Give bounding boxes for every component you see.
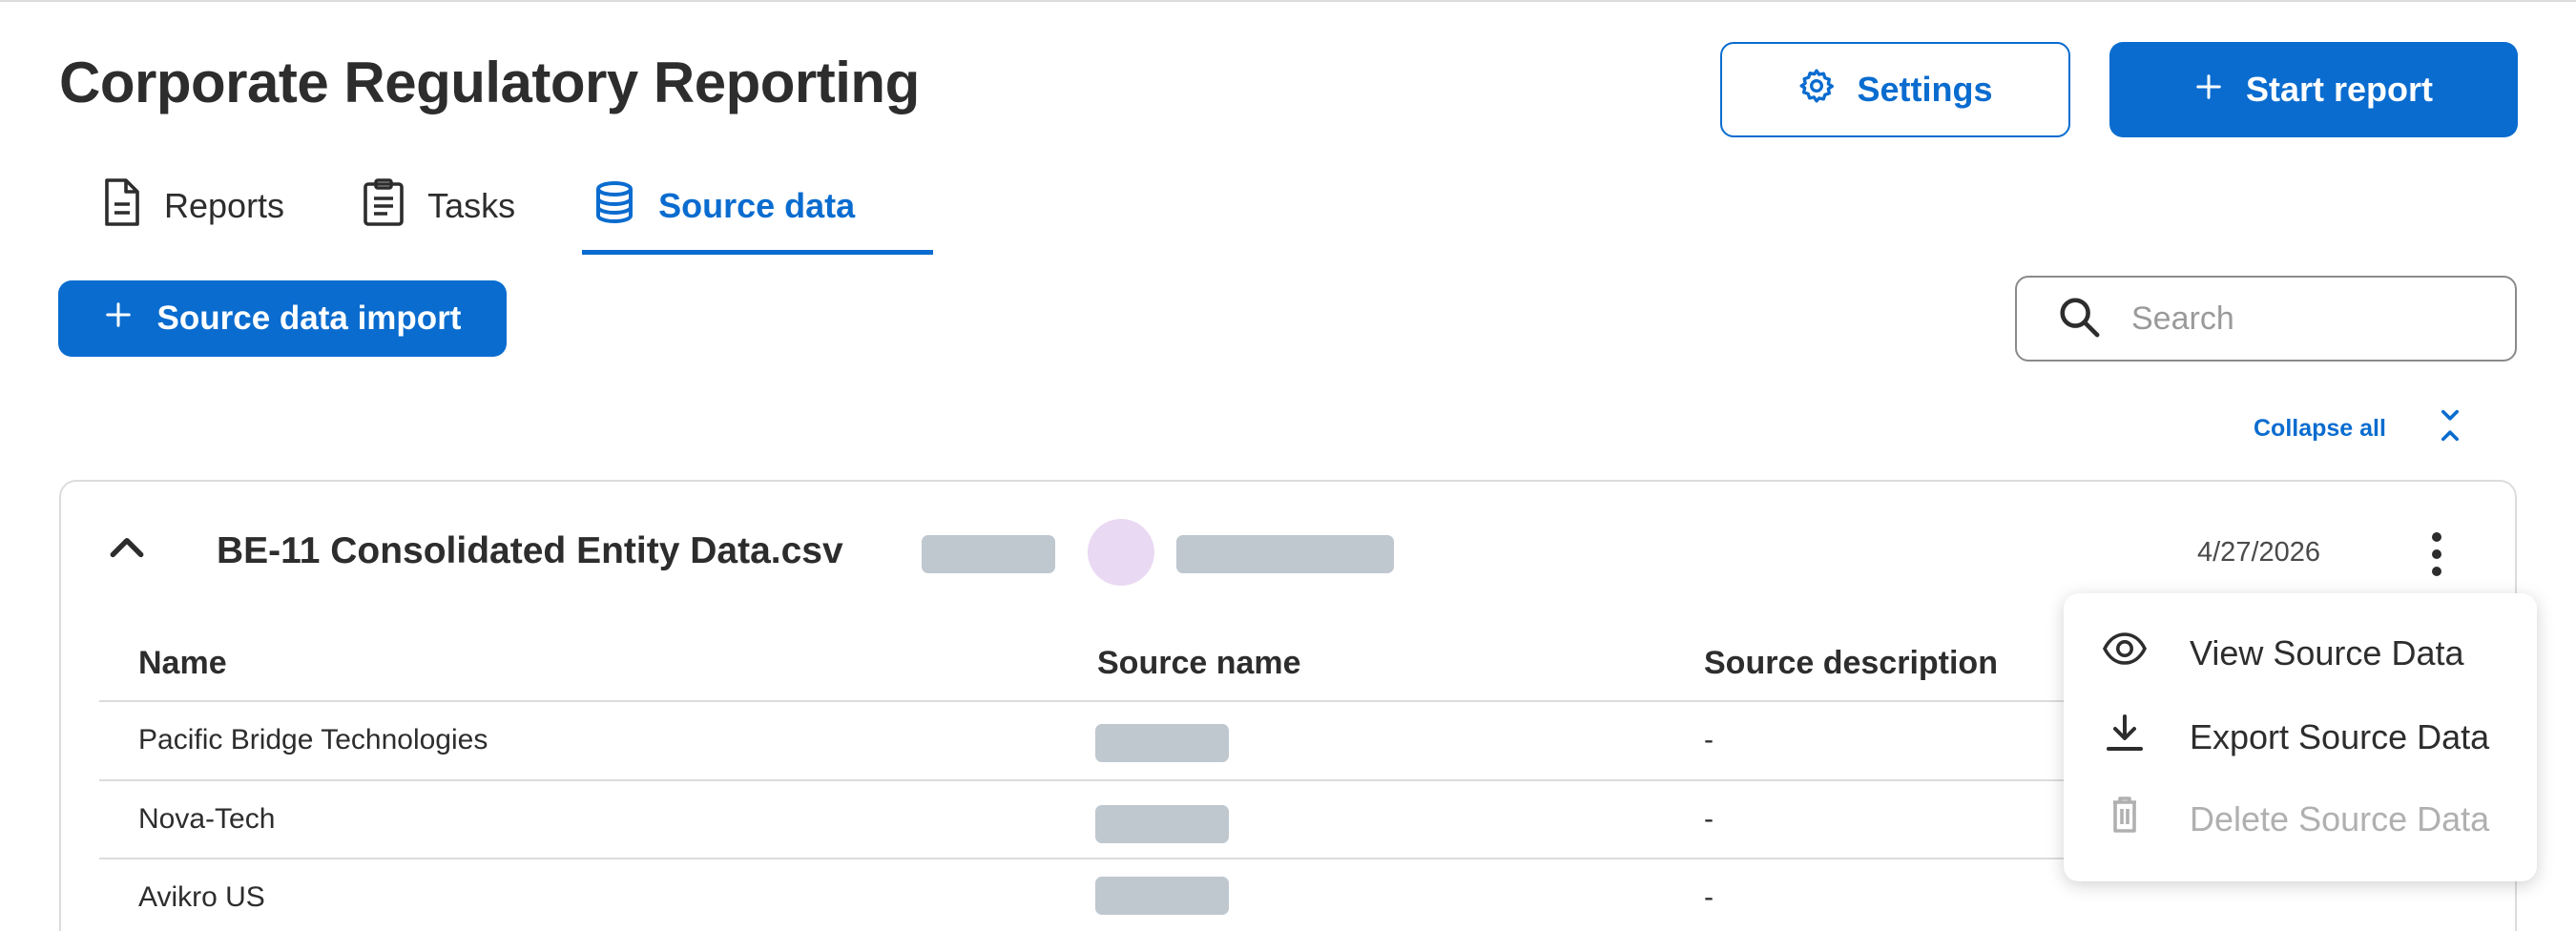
collapse-all-label: Collapse all: [2254, 415, 2386, 442]
active-tab-indicator: [582, 250, 933, 255]
column-header-source-name: Source name: [1097, 645, 1301, 681]
tab-source-data[interactable]: Source data: [553, 158, 893, 254]
file-date: 4/27/2026: [2197, 537, 2321, 568]
plus-icon: [104, 300, 133, 338]
table-row-description: -: [1704, 724, 1714, 755]
more-options-button[interactable]: [2423, 530, 2450, 578]
avatar: [1088, 519, 1154, 586]
menu-item-delete-source-data[interactable]: Delete Source Data: [2102, 796, 2489, 842]
settings-button[interactable]: Settings: [1720, 42, 2070, 137]
menu-item-label: Export Source Data: [2190, 716, 2490, 756]
table-row-name: Avikro US: [138, 881, 265, 913]
tab-tasks-label: Tasks: [427, 186, 516, 225]
file-name: BE-11 Consolidated Entity Data.csv: [217, 530, 843, 571]
kebab-dot: [2432, 532, 2441, 542]
eye-icon: [2102, 631, 2148, 674]
clipboard-icon: [361, 177, 406, 236]
table-row-description: -: [1704, 881, 1714, 913]
search-input[interactable]: [2131, 300, 2494, 338]
source-data-import-button[interactable]: Source data import: [58, 280, 507, 357]
collapse-icon: [2440, 408, 2461, 449]
source-name-placeholder: [1095, 805, 1229, 843]
menu-item-label: Delete Source Data: [2190, 798, 2490, 838]
chevron-up-icon[interactable]: [107, 534, 147, 564]
source-name-placeholder: [1095, 724, 1229, 762]
plus-icon: [2194, 70, 2223, 110]
tab-tasks[interactable]: Tasks: [322, 158, 553, 254]
collapse-all-button[interactable]: Collapse all: [2254, 408, 2461, 449]
search-box: [2015, 276, 2517, 362]
kebab-dot: [2432, 549, 2441, 559]
uploader-name-placeholder: [1176, 535, 1394, 573]
column-header-source-description: Source description: [1704, 645, 1998, 681]
menu-item-export-source-data[interactable]: Export Source Data: [2102, 714, 2489, 760]
start-report-button[interactable]: Start report: [2109, 42, 2518, 137]
trash-icon: [2102, 796, 2148, 842]
column-header-name: Name: [138, 645, 227, 681]
menu-item-view-source-data[interactable]: View Source Data: [2102, 631, 2464, 674]
database-icon: [592, 179, 637, 234]
tab-source-data-label: Source data: [658, 186, 856, 225]
tab-reports-label: Reports: [164, 186, 285, 225]
menu-item-label: View Source Data: [2190, 632, 2464, 672]
source-name-placeholder: [1095, 877, 1229, 915]
table-row-name: Nova-Tech: [138, 803, 276, 835]
file-tag-placeholder: [922, 535, 1055, 573]
tab-bar: Reports Tasks Source data: [59, 158, 893, 254]
settings-label: Settings: [1857, 70, 1993, 109]
source-data-import-label: Source data import: [156, 300, 462, 337]
kebab-dot: [2432, 567, 2441, 576]
top-border: [0, 0, 2576, 2]
page-title: Corporate Regulatory Reporting: [59, 51, 920, 114]
table-row-description: -: [1704, 803, 1714, 835]
search-icon: [2057, 295, 2101, 343]
table-row-name: Pacific Bridge Technologies: [138, 724, 488, 755]
start-report-label: Start report: [2245, 70, 2434, 109]
download-icon: [2102, 714, 2148, 760]
tab-reports[interactable]: Reports: [59, 158, 322, 254]
gear-icon: [1797, 67, 1836, 114]
document-icon: [101, 177, 143, 236]
context-menu: View Source Data Export Source Data Dele…: [2064, 593, 2537, 881]
